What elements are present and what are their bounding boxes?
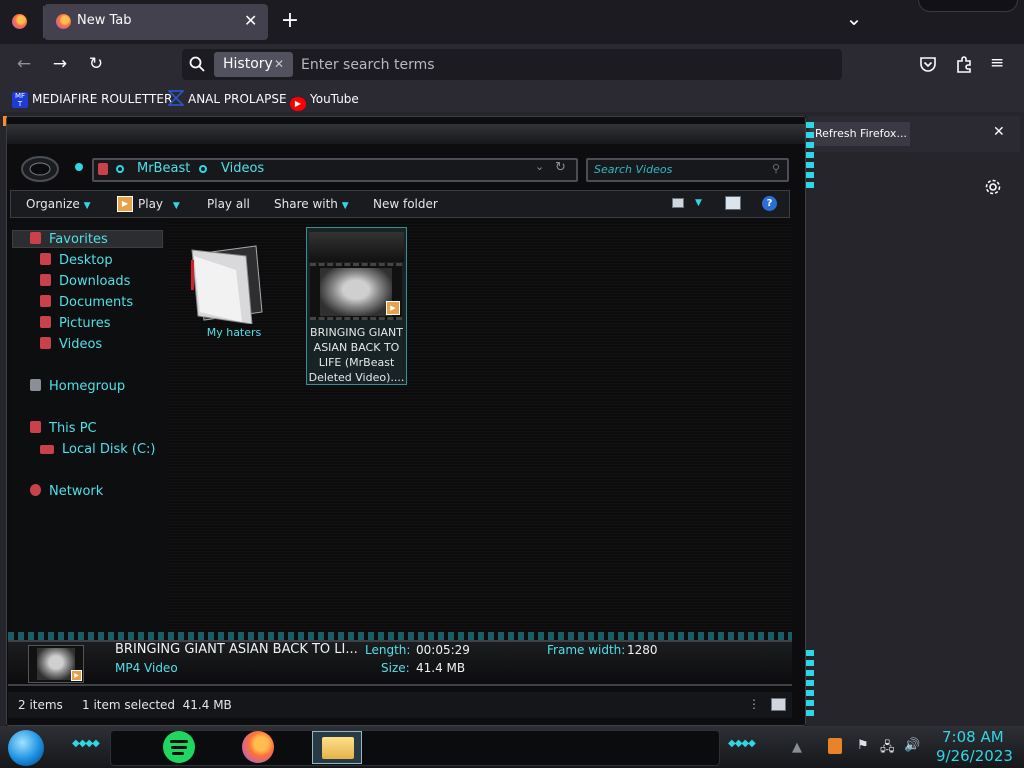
remove-chip-icon[interactable]: ✕: [274, 52, 284, 77]
forward-icon[interactable]: →: [45, 49, 75, 79]
menu-icon[interactable]: ≡: [990, 53, 1004, 73]
action-center-flag-icon[interactable]: ⚑: [857, 738, 869, 753]
bookmark-anal-prolapse[interactable]: ANAL PROLAPSE: [168, 90, 287, 108]
search-icon: [189, 56, 205, 72]
show-hidden-icons-icon[interactable]: ▲: [792, 740, 802, 755]
history-chip-label: History: [223, 56, 273, 72]
file-explorer-taskbar-button[interactable]: [312, 731, 362, 764]
youtube-icon: ▶: [290, 97, 306, 111]
bookmark-youtube[interactable]: ▶ YouTube: [290, 90, 359, 111]
tab-new-tab[interactable]: New Tab ✕: [44, 4, 268, 40]
close-notification-icon[interactable]: ✕: [993, 124, 1005, 140]
new-tab-icon[interactable]: +: [280, 8, 300, 34]
taskbar-decoration: ◆◆◆◆: [728, 738, 756, 749]
window-decoration: [918, 0, 1018, 12]
firefox-view-icon[interactable]: [12, 14, 27, 29]
mediafire-icon: MF T: [12, 92, 28, 108]
tab-title: New Tab: [77, 13, 132, 28]
pocket-icon[interactable]: [919, 55, 937, 73]
extensions-icon[interactable]: [955, 55, 973, 73]
back-icon[interactable]: ←: [9, 49, 39, 79]
bookmark-mediafire[interactable]: MF T MEDIAFIRE ROULETTER: [12, 90, 172, 108]
cyan-edge-decoration: [806, 122, 814, 192]
close-tab-icon[interactable]: ✕: [244, 11, 257, 30]
bookmark-label: MEDIAFIRE ROULETTER: [32, 92, 173, 106]
volume-icon[interactable]: 🔊: [904, 738, 920, 753]
bookmark-label: YouTube: [310, 92, 359, 106]
firefox-tab-icon: [56, 14, 71, 29]
firefox-taskbar-icon[interactable]: [242, 731, 274, 763]
taskbar-apps: [110, 730, 720, 766]
clock-time[interactable]: 7:08 AM: [942, 728, 1004, 746]
refresh-firefox-button[interactable]: Refresh Firefox...: [810, 122, 910, 146]
reload-icon[interactable]: ↻: [81, 49, 111, 79]
search-input[interactable]: Enter search terms: [301, 57, 435, 73]
bookmark-chevron-icon: [168, 90, 184, 106]
taskbar-decoration: ◆◆◆◆: [72, 738, 100, 749]
start-orb-icon[interactable]: [8, 730, 44, 766]
explorer-frame: [6, 116, 806, 726]
history-search-mode-chip[interactable]: History ✕: [214, 52, 293, 77]
spotify-icon[interactable]: [163, 731, 195, 763]
cyan-edge-decoration: [806, 650, 814, 720]
network-tray-icon[interactable]: 🖧: [880, 738, 895, 760]
clock-date[interactable]: 9/26/2023: [936, 747, 1013, 765]
gear-icon[interactable]: [984, 178, 1002, 196]
list-all-tabs-icon[interactable]: ⌄: [843, 6, 865, 30]
folder-icon: [322, 737, 354, 759]
bookmark-label: ANAL PROLAPSE: [188, 92, 287, 106]
tray-app-icon[interactable]: [828, 738, 842, 754]
